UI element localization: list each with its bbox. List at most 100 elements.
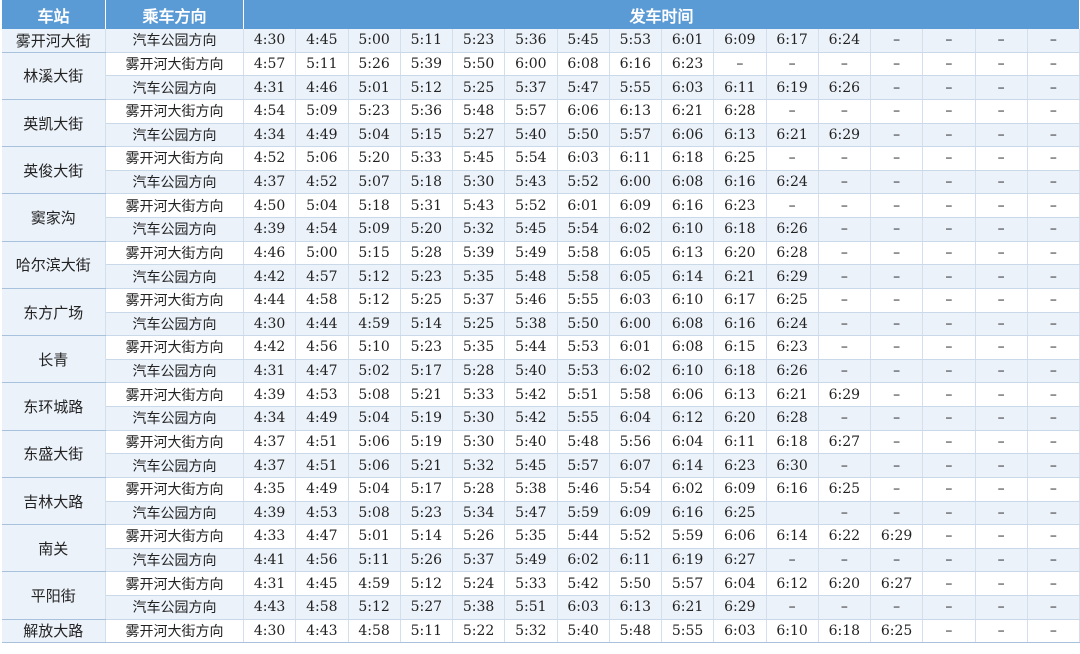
time-cell: 4:52 (295, 170, 349, 195)
time-cell: 6:23 (661, 52, 715, 77)
time-cell: 6:24 (766, 312, 819, 337)
time-cell: 5:40 (504, 430, 558, 455)
time-cell: 6:19 (766, 75, 819, 100)
time-cell: 5:57 (504, 99, 558, 124)
station-name: 解放大路 (1, 619, 106, 644)
time-cell: 5:54 (609, 477, 663, 502)
time-cell: 6:13 (609, 99, 663, 124)
time-cell: 6:10 (661, 359, 715, 384)
time-cell: 5:22 (452, 619, 506, 644)
time-cell: 4:54 (243, 99, 297, 124)
time-cell: 5:33 (452, 382, 506, 407)
time-cell: – (975, 430, 1028, 455)
time-cell: 5:55 (661, 619, 715, 644)
time-cell: 6:04 (609, 406, 663, 431)
time-cell: – (922, 501, 976, 526)
departure-timetable: 车站 乘车方向 发车时间 雾开河大街 汽车公园方向 4:30 4:45 5:00 5:11… (1, 0, 1080, 644)
time-cell: 6:25 (713, 146, 767, 171)
time-cell: 6:21 (713, 264, 767, 289)
time-cell: 5:58 (557, 241, 610, 266)
time-cell: 5:47 (504, 501, 558, 526)
time-cell: – (922, 382, 976, 407)
time-cell: – (975, 501, 1028, 526)
time-cell: 5:40 (504, 359, 558, 384)
time-cell: 6:26 (766, 217, 819, 242)
time-cell: 5:06 (348, 453, 401, 478)
time-cell: – (1027, 595, 1080, 620)
time-cell: 6:06 (661, 123, 715, 148)
time-cell: – (870, 241, 924, 266)
time-cell: – (870, 312, 924, 337)
time-cell: 5:50 (557, 312, 610, 337)
time-cell: 6:16 (766, 477, 819, 502)
table-row: 汽车公园方向 4:34 4:49 5:04 5:19 5:30 5:42 5:55 6:04 6:… (2, 406, 1080, 431)
time-cell: 5:59 (661, 524, 715, 549)
direction-cell: 雾开河大街方向 (105, 241, 244, 266)
time-cell: 5:09 (295, 99, 349, 124)
time-cell: 5:50 (557, 123, 610, 148)
time-cell: – (870, 595, 924, 620)
time-cell: – (975, 359, 1028, 384)
direction-cell: 雾开河大街方向 (105, 430, 244, 455)
time-cell: 4:37 (243, 170, 297, 195)
time-cell: 5:35 (452, 264, 506, 289)
time-cell: 5:48 (557, 430, 610, 455)
time-cell: 4:58 (295, 595, 349, 620)
time-cell: – (975, 217, 1028, 242)
time-cell: – (1027, 359, 1080, 384)
time-cell: – (1027, 406, 1080, 431)
time-cell: 5:27 (452, 123, 506, 148)
time-cell: 6:06 (661, 382, 715, 407)
time-cell: 5:18 (348, 193, 401, 218)
time-cell: – (766, 193, 819, 218)
direction-cell: 汽车公园方向 (105, 264, 244, 289)
time-cell: 4:46 (295, 75, 349, 100)
time-cell: 4:46 (243, 241, 297, 266)
time-cell: 4:56 (295, 548, 349, 573)
time-cell: 6:10 (661, 217, 715, 242)
time-cell: 5:21 (400, 382, 454, 407)
time-cell: 5:49 (504, 241, 558, 266)
table-row: 英俊大街 雾开河大街方向 4:52 5:06 5:20 5:33 5:45 5:54 6:03 6… (1, 146, 1080, 195)
time-cell: 4:45 (295, 571, 349, 596)
time-cell: 6:03 (557, 146, 610, 171)
time-cell: 6:02 (661, 477, 715, 502)
time-cell: 5:43 (452, 193, 506, 218)
table-row: 汽车公园方向 4:34 4:49 5:04 5:15 5:27 5:40 5:50 5:57 6:… (2, 123, 1080, 148)
direction-cell: 汽车公园方向 (105, 170, 244, 195)
time-cell: 5:04 (348, 123, 401, 148)
time-cell: – (922, 264, 976, 289)
time-cell: – (922, 406, 976, 431)
table-row: 林溪大街 雾开河大街方向 4:57 5:11 5:26 5:39 5:50 6:00 6:08 6… (1, 52, 1080, 100)
time-cell: – (1027, 146, 1080, 171)
time-cell: – (818, 548, 872, 573)
time-cell: 5:42 (557, 571, 610, 596)
time-cell: 5:32 (452, 217, 506, 242)
time-cell: 5:14 (400, 524, 454, 549)
time-cell: – (1027, 288, 1080, 313)
time-cell: 6:11 (713, 430, 767, 455)
time-cell: – (818, 193, 872, 218)
time-cell: 5:04 (348, 406, 401, 431)
time-cell: – (975, 264, 1028, 289)
time-cell: – (1027, 170, 1080, 195)
time-cell: 5:12 (400, 571, 454, 596)
table-row: 南关 雾开河大街方向 4:33 4:47 5:01 5:14 5:26 5:35 5:44 5:5… (1, 524, 1080, 573)
direction-cell: 雾开河大街方向 (105, 477, 244, 502)
time-cell: 5:43 (504, 170, 558, 195)
time-cell: 6:09 (713, 29, 767, 53)
table-row: 汽车公园方向 4:41 4:56 5:11 5:26 5:37 5:49 6:02 6:11 6:… (2, 548, 1080, 573)
time-cell: 4:31 (243, 75, 297, 100)
time-cell: 4:47 (295, 524, 349, 549)
time-cell: 5:57 (661, 571, 715, 596)
time-cell: 6:28 (766, 241, 819, 266)
time-cell: – (975, 382, 1028, 407)
time-cell: 6:09 (609, 501, 663, 526)
time-cell: 5:38 (452, 595, 506, 620)
time-cell: – (870, 430, 924, 455)
time-cell: – (922, 288, 976, 313)
table-row: 窦家沟 雾开河大街方向 4:50 5:04 5:18 5:31 5:43 5:52 6:01 6:… (1, 193, 1080, 242)
time-cell: – (975, 288, 1028, 313)
time-cell: 5:15 (348, 241, 401, 266)
time-cell: 4:42 (243, 335, 297, 360)
